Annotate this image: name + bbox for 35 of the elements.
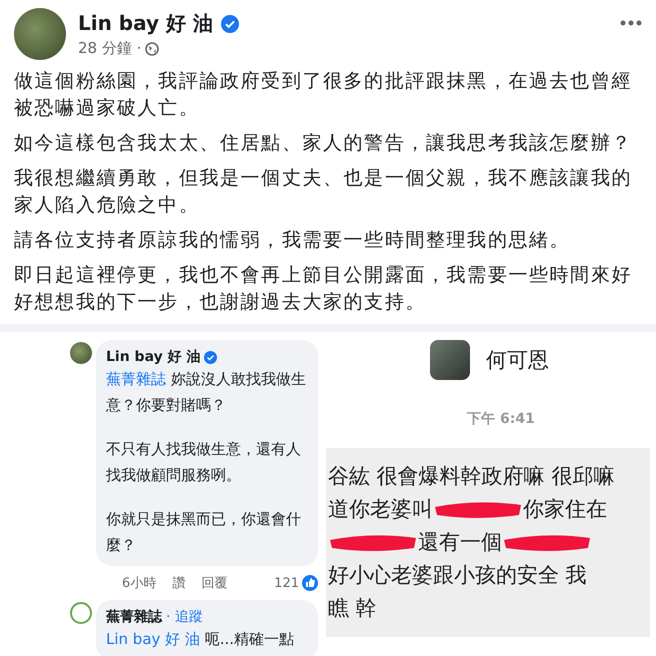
follow-link[interactable]: · 追蹤 xyxy=(166,608,203,626)
commenter-name[interactable]: Lin bay 好 油 xyxy=(106,348,200,366)
message-time: 下午 6:41 xyxy=(467,410,535,428)
post-paragraph: 我很想繼續勇敢，但我是一個丈夫、也是一個父親，我不應該讓我的家人陷入危險之中。 xyxy=(14,166,633,218)
mention-link[interactable]: Lin bay 好 油 xyxy=(106,630,200,648)
comment-action-link[interactable]: 回覆 xyxy=(201,574,228,592)
post-paragraph: 即日起這裡停更，我也不會再上節目公開露面，我需要一些時間來好好想想我的下一步，也謝謝過去大家的支持。 xyxy=(14,263,633,315)
post-paragraph: 如今這樣包含我太太、住居點、家人的警告，讓我思考我該怎麼辦？ xyxy=(14,131,633,156)
author-name[interactable]: Lin bay 好 油 xyxy=(78,10,213,37)
avatar[interactable] xyxy=(70,602,92,624)
comment-time: 6小時 xyxy=(122,575,156,592)
mention-link[interactable]: 蕪菁雜誌 xyxy=(106,370,166,388)
comment-text: 蕪菁雜誌 妳說沒人敢找我做生意？你要對賭嗎？ xyxy=(106,369,307,416)
message-text: 道你老婆叫 xyxy=(328,496,433,523)
message-text: 還有一個 xyxy=(418,529,502,556)
globe-icon xyxy=(145,42,160,56)
contact-name: 何可恩 xyxy=(486,347,549,374)
post-time[interactable]: 28 分鐘 · xyxy=(78,39,142,58)
commenter-name[interactable]: 蕪菁雜誌 xyxy=(106,608,162,626)
message-text: 谷紘 很會爆料幹政府嘛 很邱嘛 xyxy=(328,463,614,490)
comment-text: 你就只是抹黑而已，你還會什麼？ xyxy=(106,509,302,556)
post-paragraph: 請各位支持者原諒我的懦弱，我需要一些時間整理我的思緒。 xyxy=(14,228,572,253)
comment-text: Lin bay 好 油 呃...精確一點 xyxy=(106,629,296,650)
avatar[interactable] xyxy=(70,342,92,364)
avatar[interactable] xyxy=(14,8,66,60)
post-paragraph: 做這個粉絲園，我評論政府受到了很多的批評跟抹黑，在過去也曾經被恐嚇過家破人亡。 xyxy=(14,69,633,121)
message-text: 你家住在 xyxy=(523,496,607,523)
more-options-icon[interactable] xyxy=(620,20,642,26)
avatar xyxy=(430,340,470,380)
message-text: 瞧 幹 xyxy=(328,595,377,622)
comment-text: 不只有人找我做生意，還有人找我做顧問服務咧。 xyxy=(106,439,302,486)
reaction-count[interactable]: 121 xyxy=(274,576,299,590)
message-text: 好小心老婆跟小孩的安全 我 xyxy=(328,562,587,589)
comment-action-link[interactable]: 讚 xyxy=(172,574,186,592)
thumbs-up-icon xyxy=(302,575,318,591)
